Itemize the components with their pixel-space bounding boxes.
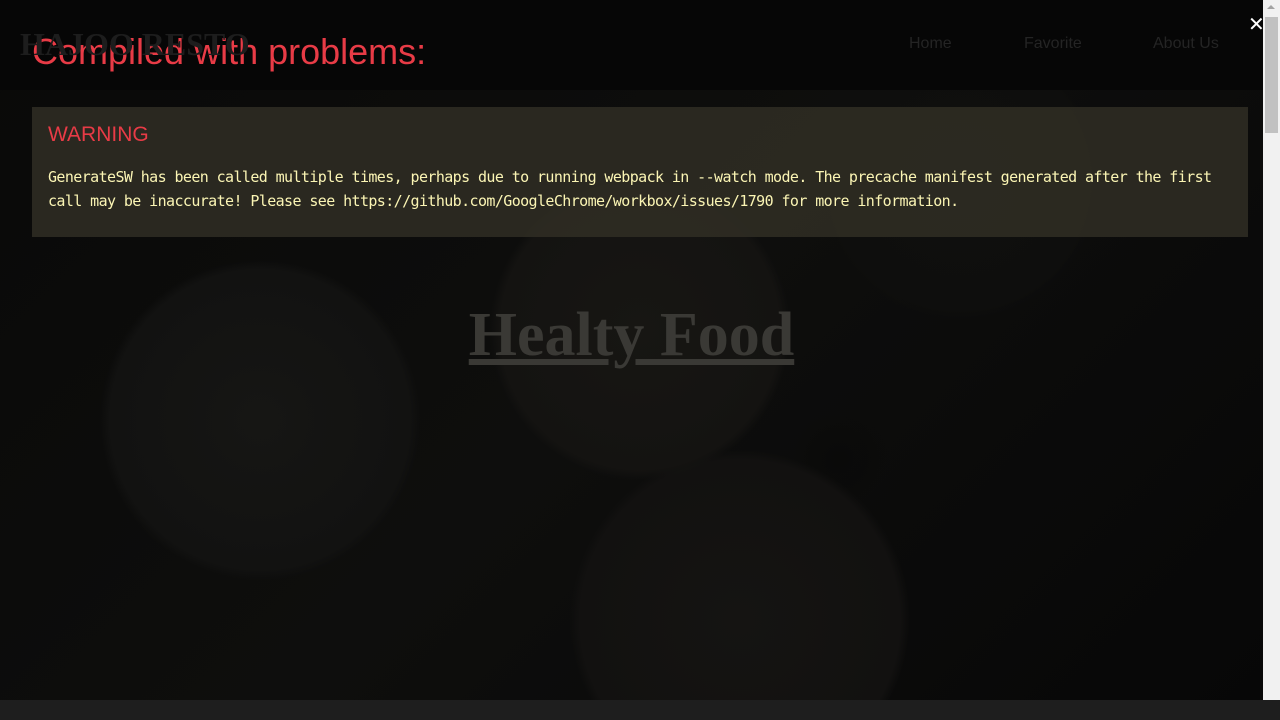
nav-home[interactable]: Home bbox=[909, 35, 952, 53]
site-logo[interactable]: HAJOO RESTO bbox=[20, 28, 250, 60]
warning-box: WARNING GenerateSW has been called multi… bbox=[32, 107, 1248, 237]
warning-message: GenerateSW has been called multiple time… bbox=[48, 168, 1212, 210]
close-icon[interactable]: ✕ bbox=[1248, 12, 1265, 36]
nav-favorite[interactable]: Favorite bbox=[1024, 35, 1082, 53]
vertical-scrollbar[interactable] bbox=[1263, 0, 1280, 700]
hero-title: Healty Food bbox=[468, 301, 795, 369]
scroll-up-arrow-icon[interactable] bbox=[1267, 5, 1275, 9]
warning-label: WARNING bbox=[48, 123, 149, 146]
nav-about-us[interactable]: About Us bbox=[1153, 35, 1219, 53]
bottom-bar bbox=[0, 700, 1280, 720]
scrollbar-thumb[interactable] bbox=[1265, 17, 1278, 133]
